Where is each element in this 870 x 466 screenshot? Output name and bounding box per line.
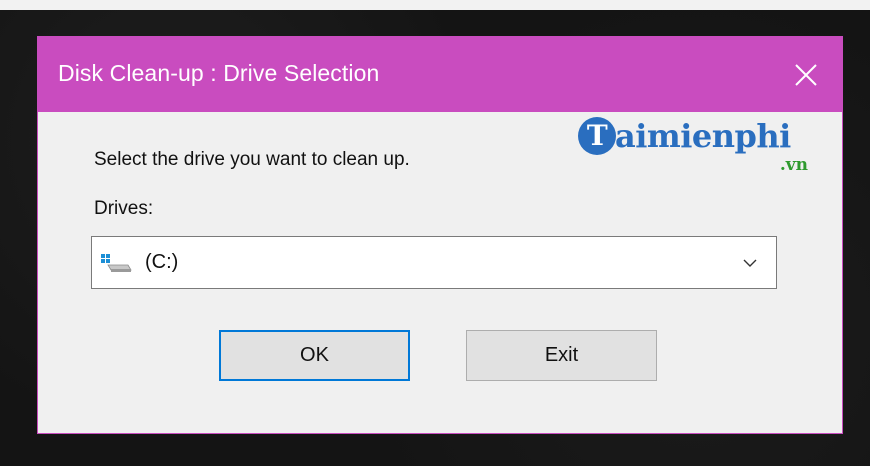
watermark-brand-text: aimienphi	[615, 117, 791, 155]
selected-drive-value: (C:)	[145, 251, 179, 273]
title-bar[interactable]: Disk Clean-up : Drive Selection	[38, 37, 842, 112]
taimienphi-watermark: Taimienphi .vn	[578, 117, 818, 177]
close-button[interactable]	[770, 37, 842, 112]
instruction-text: Select the drive you want to clean up.	[94, 149, 410, 170]
watermark-initial: T	[578, 117, 616, 155]
windows-drive-icon	[101, 254, 132, 272]
exit-button[interactable]: Exit	[466, 330, 657, 381]
dialog-window: Disk Clean-up : Drive Selection Taimienp…	[37, 36, 843, 434]
watermark-suffix: .vn	[779, 155, 808, 175]
ok-button[interactable]: OK	[219, 330, 410, 381]
window-title: Disk Clean-up : Drive Selection	[58, 60, 380, 86]
close-icon	[795, 63, 817, 86]
drive-dropdown[interactable]: (C:)	[91, 236, 777, 289]
chevron-down-icon	[743, 259, 757, 267]
background-strip	[0, 0, 870, 10]
watermark-brand: Taimienphi	[578, 117, 791, 155]
drives-label: Drives:	[94, 198, 154, 219]
